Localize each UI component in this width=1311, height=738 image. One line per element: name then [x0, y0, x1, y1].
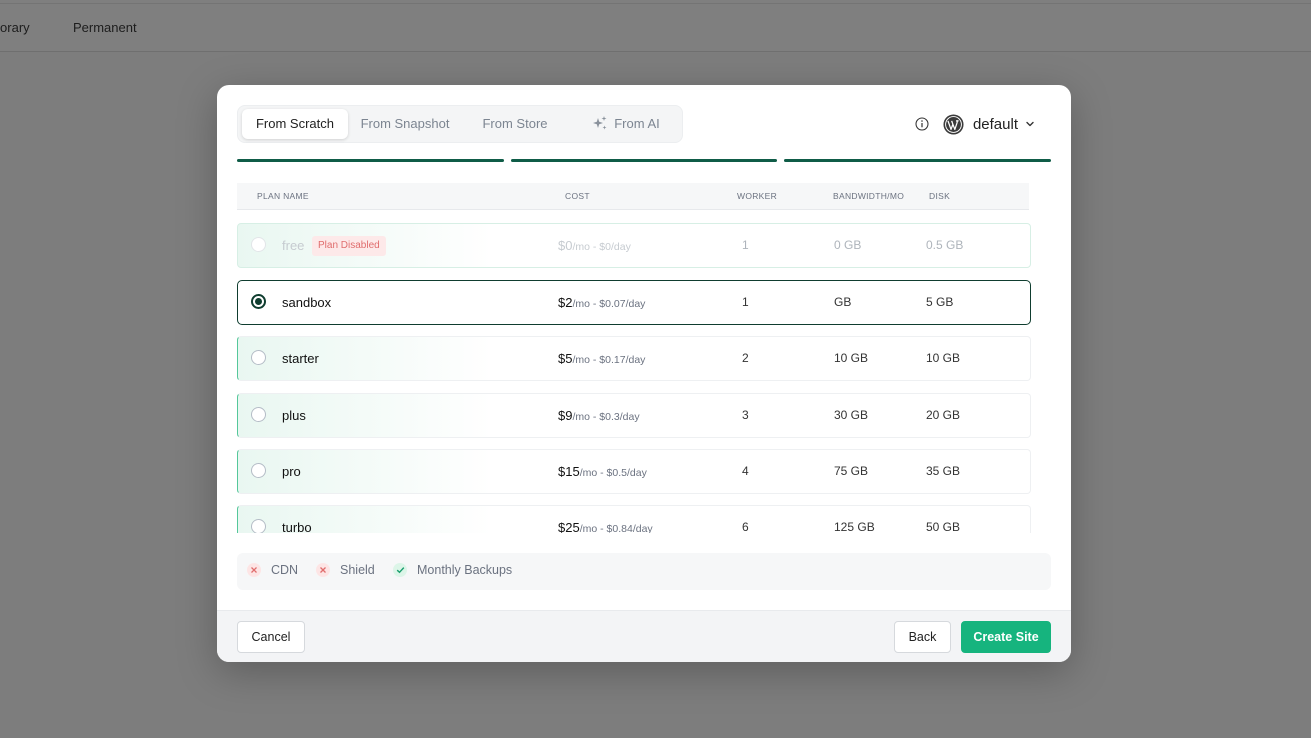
plan-radio: [251, 237, 266, 252]
plan-row-starter[interactable]: starter $5/mo - $0.17/day 2 10 GB 10 GB: [237, 336, 1031, 381]
check-icon: [393, 563, 407, 577]
plan-bandwidth: 10 GB: [834, 351, 869, 365]
plan-cost-value: $9: [558, 408, 573, 423]
info-icon[interactable]: [915, 117, 929, 131]
plan-bandwidth: 125 GB: [834, 520, 875, 533]
plan-bandwidth: 30 GB: [834, 408, 869, 422]
plan-cost-value: $2: [558, 295, 573, 310]
plan-disk: 35 GB: [926, 464, 961, 478]
progress-step-1: [237, 159, 504, 162]
workspace-label: default: [972, 115, 1018, 133]
background-divider: [0, 3, 1311, 4]
tab-label: From AI: [614, 116, 660, 131]
plan-features: CDN Shield Monthly Backups: [237, 553, 1051, 590]
plan-worker: 3: [742, 408, 749, 422]
plan-name: pro: [282, 464, 301, 479]
plan-row-sandbox[interactable]: sandbox $2/mo - $0.07/day 1 GB 5 GB: [237, 280, 1031, 325]
feature-cdn: CDN: [247, 563, 298, 577]
x-icon: [316, 563, 330, 577]
plan-row-plus[interactable]: plus $9/mo - $0.3/day 3 30 GB 20 GB: [237, 393, 1031, 438]
tab-from-snapshot[interactable]: From Snapshot: [352, 109, 458, 139]
plan-name: starter: [282, 351, 319, 366]
plan-cost-value: $25: [558, 520, 580, 533]
feature-label: CDN: [271, 563, 299, 577]
feature-monthly-backups: Monthly Backups: [393, 563, 512, 577]
background-header: mporary Permanent: [0, 0, 1311, 52]
tab-from-scratch[interactable]: From Scratch: [242, 109, 348, 139]
tab-label: From Snapshot: [360, 116, 450, 131]
feature-label: Shield: [340, 563, 375, 577]
source-tabs: From Scratch From Snapshot From Store Fr…: [237, 105, 683, 143]
plan-cost: $25/mo - $0.84/day: [558, 520, 653, 533]
tab-from-store[interactable]: From Store: [464, 109, 566, 139]
tab-from-ai[interactable]: From AI: [576, 109, 676, 139]
plan-cost-value: $15: [558, 464, 580, 479]
plan-radio[interactable]: [251, 350, 266, 365]
plan-bandwidth: 0 GB: [834, 238, 862, 252]
plan-cost-value: $0: [558, 238, 573, 253]
plan-worker: 4: [742, 464, 749, 478]
workspace-selector[interactable]: default: [915, 111, 1035, 137]
feature-label: Monthly Backups: [417, 563, 513, 577]
feature-shield: Shield: [316, 563, 375, 577]
plan-cost: $5/mo - $0.17/day: [558, 351, 645, 366]
sparkle-icon: [593, 116, 607, 130]
plan-name: free: [282, 238, 305, 253]
plan-bandwidth: GB: [834, 295, 852, 309]
background-tab-temporary[interactable]: mporary: [0, 20, 30, 35]
plan-disk: 0.5 GB: [926, 238, 964, 252]
progress-step-3: [784, 159, 1051, 162]
plan-cost-detail: /mo - $0.3/day: [572, 411, 640, 423]
plan-cost-detail: /mo - $0.84/day: [579, 523, 653, 533]
plan-radio[interactable]: [251, 294, 266, 309]
back-button[interactable]: Back: [894, 621, 951, 653]
plan-worker: 1: [742, 238, 749, 252]
table-header: PLAN NAME COST WORKER BANDWIDTH/MO DISK: [237, 183, 1029, 210]
plan-cost-detail: /mo - $0.17/day: [572, 354, 646, 366]
plan-radio[interactable]: [251, 407, 266, 422]
plan-cost: $15/mo - $0.5/day: [558, 464, 647, 479]
plan-cost: $2/mo - $0.07/day: [558, 295, 645, 310]
plan-cost: $9/mo - $0.3/day: [558, 408, 640, 423]
progress-step-2: [511, 159, 777, 162]
header-disk: DISK: [929, 191, 951, 201]
plan-disk: 50 GB: [926, 520, 961, 533]
header-worker: WORKER: [737, 191, 778, 201]
plan-cost-detail: /mo - $0.07/day: [572, 298, 646, 310]
header-bandwidth: BANDWIDTH/MO: [833, 191, 905, 201]
plan-worker: 2: [742, 351, 749, 365]
plan-name: plus: [282, 408, 306, 423]
plan-worker: 1: [742, 295, 749, 309]
plan-disk: 20 GB: [926, 408, 961, 422]
plans-table: PLAN NAME COST WORKER BANDWIDTH/MO DISK …: [237, 183, 1051, 533]
wordpress-icon: [943, 113, 964, 135]
tab-label: From Scratch: [255, 116, 334, 131]
plan-row-turbo[interactable]: turbo $25/mo - $0.84/day 6 125 GB 50 GB: [237, 505, 1031, 533]
plan-worker: 6: [742, 520, 749, 533]
create-site-modal: From Scratch From Snapshot From Store Fr…: [217, 85, 1071, 662]
create-site-button[interactable]: Create Site: [961, 621, 1051, 653]
plan-radio[interactable]: [251, 519, 266, 533]
plan-radio[interactable]: [251, 463, 266, 478]
plan-bandwidth: 75 GB: [834, 464, 869, 478]
plan-disk: 5 GB: [926, 295, 954, 309]
modal-footer: Cancel Back Create Site: [217, 610, 1071, 662]
header-plan-name: PLAN NAME: [257, 191, 309, 201]
header-cost: COST: [565, 191, 590, 201]
plan-disk: 10 GB: [926, 351, 961, 365]
plan-cost-value: $5: [558, 351, 573, 366]
plan-row-pro[interactable]: pro $15/mo - $0.5/day 4 75 GB 35 GB: [237, 449, 1031, 494]
plan-name: sandbox: [282, 295, 332, 310]
cancel-button[interactable]: Cancel: [237, 621, 305, 653]
plan-row-free: free Plan Disabled $0/mo - $0/day 1 0 GB…: [237, 223, 1031, 268]
plan-cost-detail: /mo - $0/day: [572, 241, 631, 253]
plan-cost-detail: /mo - $0.5/day: [579, 467, 647, 479]
x-icon: [247, 563, 261, 577]
plan-disabled-badge: Plan Disabled: [312, 236, 386, 256]
tab-label: From Store: [482, 116, 548, 131]
plan-name: turbo: [282, 520, 312, 533]
plan-cost: $0/mo - $0/day: [558, 238, 631, 253]
background-tab-permanent[interactable]: Permanent: [73, 20, 137, 35]
chevron-down-icon: [1026, 121, 1034, 127]
